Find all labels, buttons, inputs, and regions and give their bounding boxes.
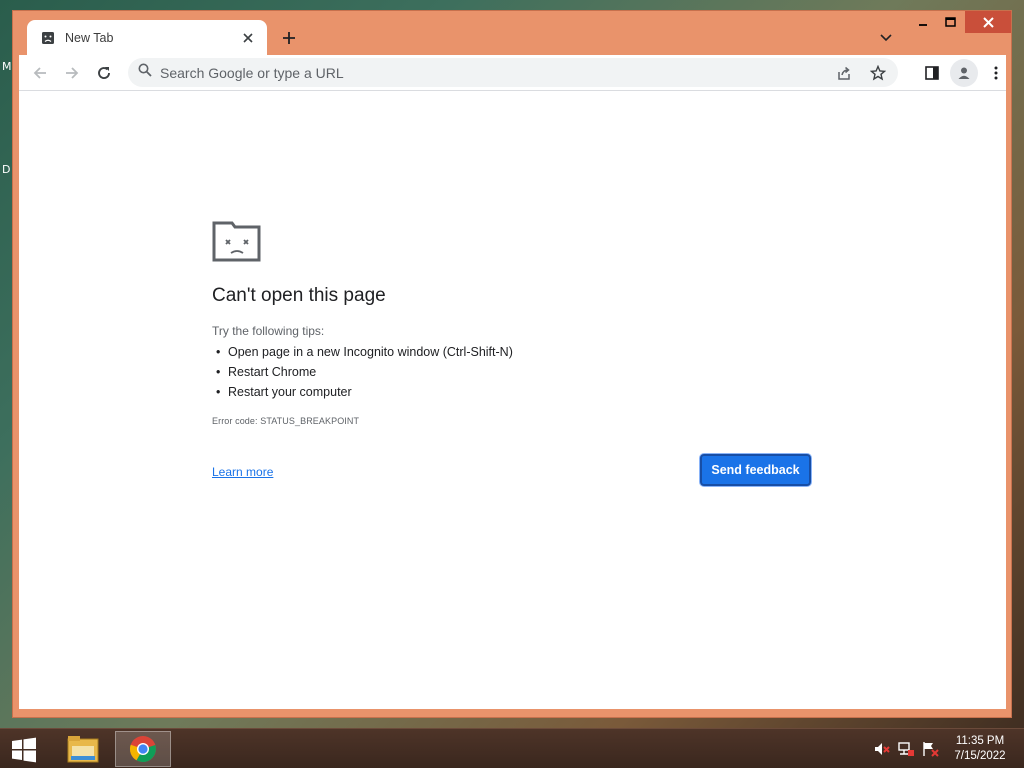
action-center-flag-icon[interactable] [921,741,939,757]
tab-search-button[interactable] [875,27,897,49]
more-menu-button[interactable] [982,59,1010,87]
desktop-icon-label: D [2,163,11,176]
list-item: Open page in a new Incognito window (Ctr… [212,342,812,362]
page-content: Can't open this page Try the following t… [19,90,1006,709]
taskbar-clock[interactable]: 11:35 PM 7/15/2022 [940,734,1020,764]
address-bar-input[interactable] [160,64,840,81]
clock-date: 7/15/2022 [954,750,1006,762]
sad-folder-icon [212,219,262,263]
start-button[interactable] [8,734,40,766]
maximize-button[interactable] [937,11,963,33]
search-icon [138,63,152,82]
chrome-icon[interactable] [115,731,171,767]
tab-title: New Tab [65,30,114,45]
clock-time: 11:35 PM [955,735,1005,747]
close-tab-icon[interactable] [239,29,257,47]
tab-strip: New Tab [13,11,1011,55]
error-code: Error code: STATUS_BREAKPOINT [212,416,360,426]
side-panel-button[interactable] [918,59,946,87]
share-icon[interactable] [832,61,856,85]
error-panel: Can't open this page Try the following t… [212,219,812,486]
close-window-button[interactable] [965,11,1011,33]
network-icon[interactable] [897,741,915,757]
browser-toolbar [19,55,1006,90]
tips-list: Open page in a new Incognito window (Ctr… [212,342,812,402]
list-item: Restart Chrome [212,362,812,382]
omnibox[interactable] [128,58,898,87]
tab-new-tab[interactable]: New Tab [27,20,267,55]
new-tab-button[interactable] [277,26,301,50]
send-feedback-button[interactable]: Send feedback [700,454,811,486]
browser-window: New Tab Search Google or type a URL Can'… [12,10,1012,718]
sad-page-icon [40,30,56,46]
reload-button[interactable] [90,59,118,87]
desktop-icon-label: M [2,60,12,73]
forward-button[interactable] [58,59,86,87]
list-item: Restart your computer [212,382,812,402]
page-title: Can't open this page [212,285,386,306]
learn-more-link[interactable]: Learn more [212,465,273,479]
back-button[interactable] [26,59,54,87]
minimize-button[interactable] [910,11,936,33]
volume-muted-icon[interactable] [873,741,891,757]
tips-intro: Try the following tips: [212,324,325,338]
bookmark-star-icon[interactable] [866,61,890,85]
file-explorer-icon[interactable] [55,731,111,767]
taskbar: 11:35 PM 7/15/2022 [0,728,1024,768]
profile-avatar-button[interactable] [950,59,978,87]
